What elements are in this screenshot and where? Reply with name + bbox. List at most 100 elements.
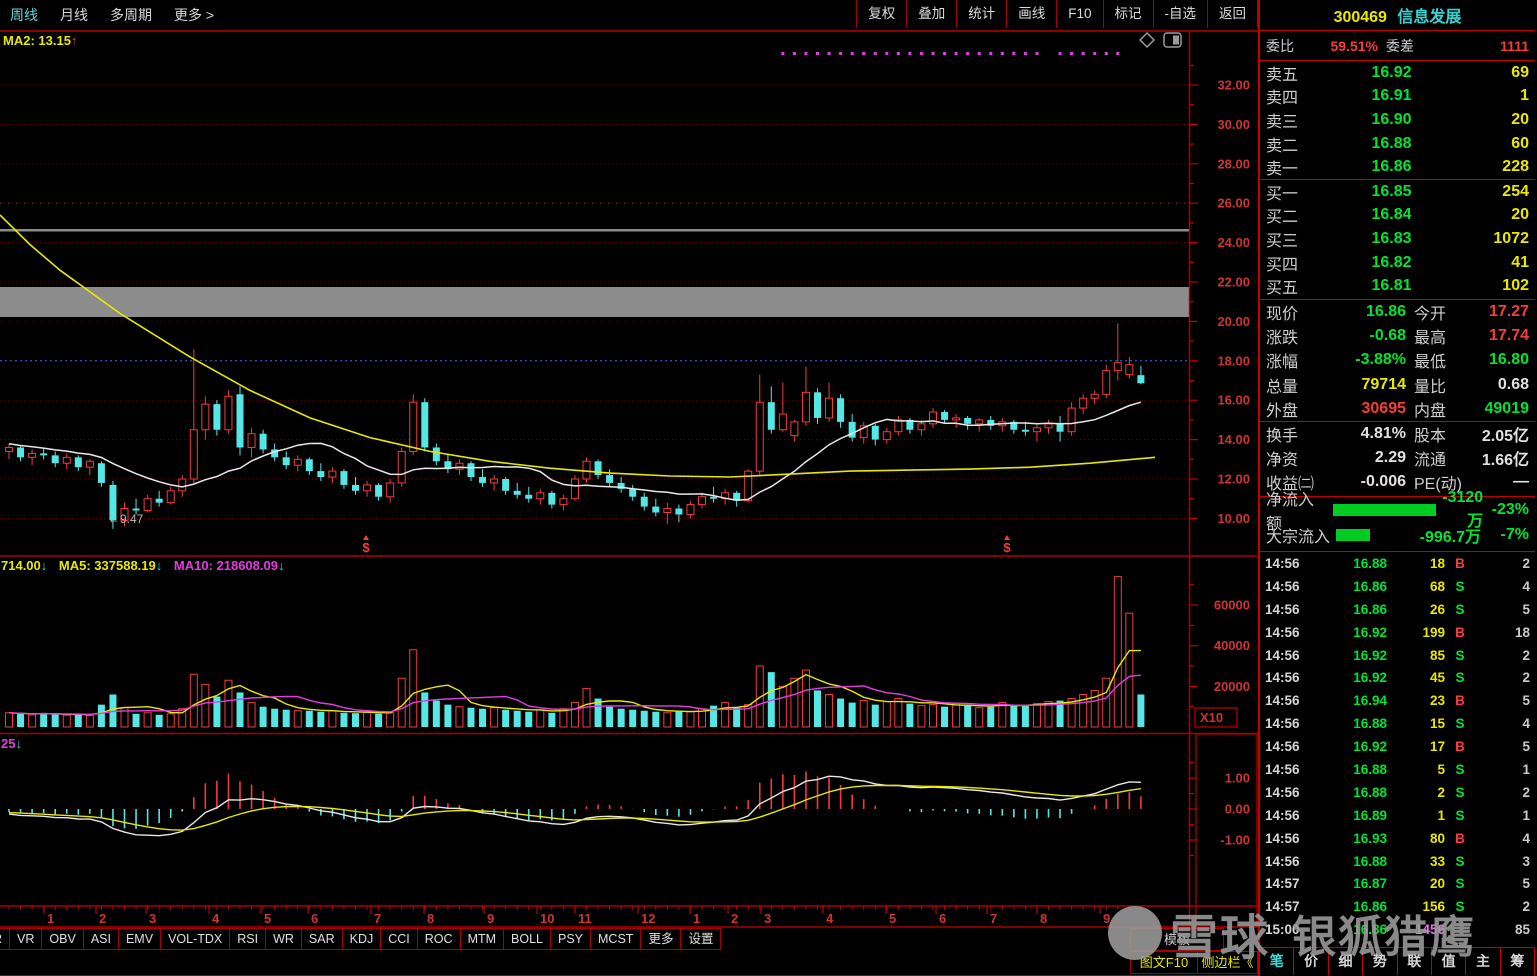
svg-text:10.00: 10.00 [1217,511,1250,526]
level-volume: 20 [1465,111,1529,129]
trade-row[interactable]: 14:5616.8818B2 [1260,552,1535,575]
svg-text:1: 1 [693,911,700,926]
indicator-button-SAR[interactable]: SAR [301,928,343,950]
trade-direction: S [1445,808,1475,823]
stat-label: 流通 [1406,446,1476,470]
tick-trade-list[interactable]: 14:5616.8818B214:5616.8668S414:5616.8626… [1260,551,1535,948]
svg-text:3: 3 [764,911,771,926]
toolbar-button-F10[interactable]: F10 [1056,0,1102,28]
trade-count: 5 [1475,693,1530,708]
indicator-button-设置[interactable]: 设置 [680,928,721,950]
trade-count: 2 [1475,899,1530,914]
level-label: 卖二 [1266,132,1318,156]
panel-tab-势[interactable]: 势 [1363,948,1397,975]
panel-tab-细[interactable]: 细 [1329,948,1363,975]
volume-ma-label: 714.00↓ MA5: 337588.19↓ MA10: 218608.09↓ [1,558,284,573]
low-price-marker: ←9.47 [108,512,144,526]
toolbar-button-标记[interactable]: 标记 [1103,0,1153,28]
buy-row[interactable]: 买三16.831072 [1260,227,1535,251]
trade-row[interactable]: 14:5616.8833S3 [1260,850,1535,873]
trade-price: 16.93 [1311,831,1387,846]
panel-tab-联[interactable]: 联 [1398,948,1432,975]
sell-row[interactable]: 卖五16.9269 [1260,61,1535,85]
indicator-button-ASI[interactable]: ASI [83,928,119,950]
menu-item-更多 >[interactable]: 更多 > [174,5,214,25]
menu-item-多周期[interactable]: 多周期 [110,5,152,25]
indicator-button-VR[interactable]: VR [9,928,42,950]
toolbar-button-复权[interactable]: 复权 [856,0,906,28]
panel-tab-价[interactable]: 价 [1294,948,1328,975]
buy-row[interactable]: 买四16.8241 [1260,251,1535,275]
indicator-button-更多[interactable]: 更多 [640,928,681,950]
indicator-button-KDJ[interactable]: KDJ [342,928,382,950]
stat-label: 最低 [1406,348,1476,372]
level-label: 卖五 [1266,61,1318,85]
trade-row[interactable]: 14:5616.9285S2 [1260,644,1535,667]
buy-row[interactable]: 买二16.8420 [1260,204,1535,228]
svg-text:40000: 40000 [1214,638,1250,653]
trade-row[interactable]: 14:5616.885S1 [1260,758,1535,781]
quote-stats-1: 现价16.86今开17.27涨跌-0.68最高17.74涨幅-3.88%最低16… [1260,299,1535,422]
trade-row[interactable]: 14:5616.9380B4 [1260,827,1535,850]
panel-tab-主[interactable]: 主 [1466,948,1500,975]
menu-item-月线[interactable]: 月线 [60,5,88,25]
toolbar-button-统计[interactable]: 统计 [956,0,1006,28]
trade-row[interactable]: 14:5616.92199B18 [1260,621,1535,644]
sell-row[interactable]: 卖三16.9020 [1260,108,1535,132]
sell-row[interactable]: 卖二16.8860 [1260,132,1535,156]
stat-value: 1.66亿 [1476,446,1529,470]
buy-row[interactable]: 买一16.85254 [1260,180,1535,204]
indicator-button-OBV[interactable]: OBV [41,928,83,950]
trade-volume: 20 [1387,876,1445,891]
trade-row[interactable]: 14:5616.9423B5 [1260,689,1535,712]
sidebar-toggle-button[interactable]: 侧边栏《 [1197,951,1258,974]
trade-row[interactable]: 14:5616.8626S5 [1260,598,1535,621]
panel-tab-笔[interactable]: 笔 [1260,948,1294,975]
indicator-button-BOLL[interactable]: BOLL [503,928,551,950]
toolbar-button-返回[interactable]: 返回 [1207,0,1258,28]
trade-row[interactable]: 14:5716.86156S2 [1260,895,1535,918]
trade-volume: 15 [1387,716,1445,731]
trade-row[interactable]: 14:5616.8815S4 [1260,712,1535,735]
trade-row[interactable]: 15:0016.86145685 [1260,918,1535,941]
toolbar-button-叠加[interactable]: 叠加 [906,0,956,28]
trade-row[interactable]: 14:5616.882S2 [1260,781,1535,804]
trade-price: 16.89 [1311,808,1387,823]
sell-row[interactable]: 卖一16.86228 [1260,155,1535,179]
sell-row[interactable]: 卖四16.911 [1260,85,1535,109]
trade-row[interactable]: 14:5716.8720S5 [1260,872,1535,895]
template-button[interactable]: 模板 [1130,928,1224,951]
toolbar-button-画线[interactable]: 画线 [1006,0,1056,28]
toolbar-button--自选[interactable]: -自选 [1153,0,1208,28]
indicator-button-PSY[interactable]: PSY [550,928,591,950]
panel-tab-值[interactable]: 值 [1432,948,1466,975]
indicator-button-WR[interactable]: WR [265,928,302,950]
panel-tab-筹[interactable]: 筹 [1501,948,1535,975]
trade-direction: S [1445,854,1475,869]
stat-row: 现价16.86今开17.27 [1260,300,1535,324]
flow-label: 大宗流入 [1266,523,1330,547]
trade-row[interactable]: 14:5616.891S1 [1260,804,1535,827]
f10-button[interactable]: 图文F10 [1130,951,1198,974]
indicator-button-MTM[interactable]: MTM [460,928,504,950]
svg-text:32.00: 32.00 [1217,78,1250,93]
stat-row: 外盘30695内盘49019 [1260,397,1535,421]
stat-label: 现价 [1266,300,1328,324]
indicator-button-RSI[interactable]: RSI [229,928,266,950]
indicator-button-VOL-TDX[interactable]: VOL-TDX [160,928,230,950]
indicator-button-EMV[interactable]: EMV [118,928,161,950]
indicator-button-CCI[interactable]: CCI [380,928,418,950]
trade-volume: 33 [1387,854,1445,869]
buy-row[interactable]: 买五16.81102 [1260,274,1535,298]
trade-row[interactable]: 14:5616.9217B5 [1260,735,1535,758]
trade-row[interactable]: 14:5616.8668S4 [1260,575,1535,598]
kline-chart-canvas[interactable]: $$←9.4710.0012.0014.0016.0018.0020.0022.… [0,0,1258,928]
trade-count: 5 [1475,602,1530,617]
stat-value: 2.05亿 [1476,422,1529,446]
indicator-button-MCST[interactable]: MCST [590,928,641,950]
svg-text:8: 8 [427,911,434,926]
indicator-button-ROC[interactable]: ROC [417,928,461,950]
trade-row[interactable]: 14:5616.9245S2 [1260,666,1535,689]
svg-text:24.00: 24.00 [1217,235,1250,250]
menu-item-周线[interactable]: 周线 [10,5,38,25]
